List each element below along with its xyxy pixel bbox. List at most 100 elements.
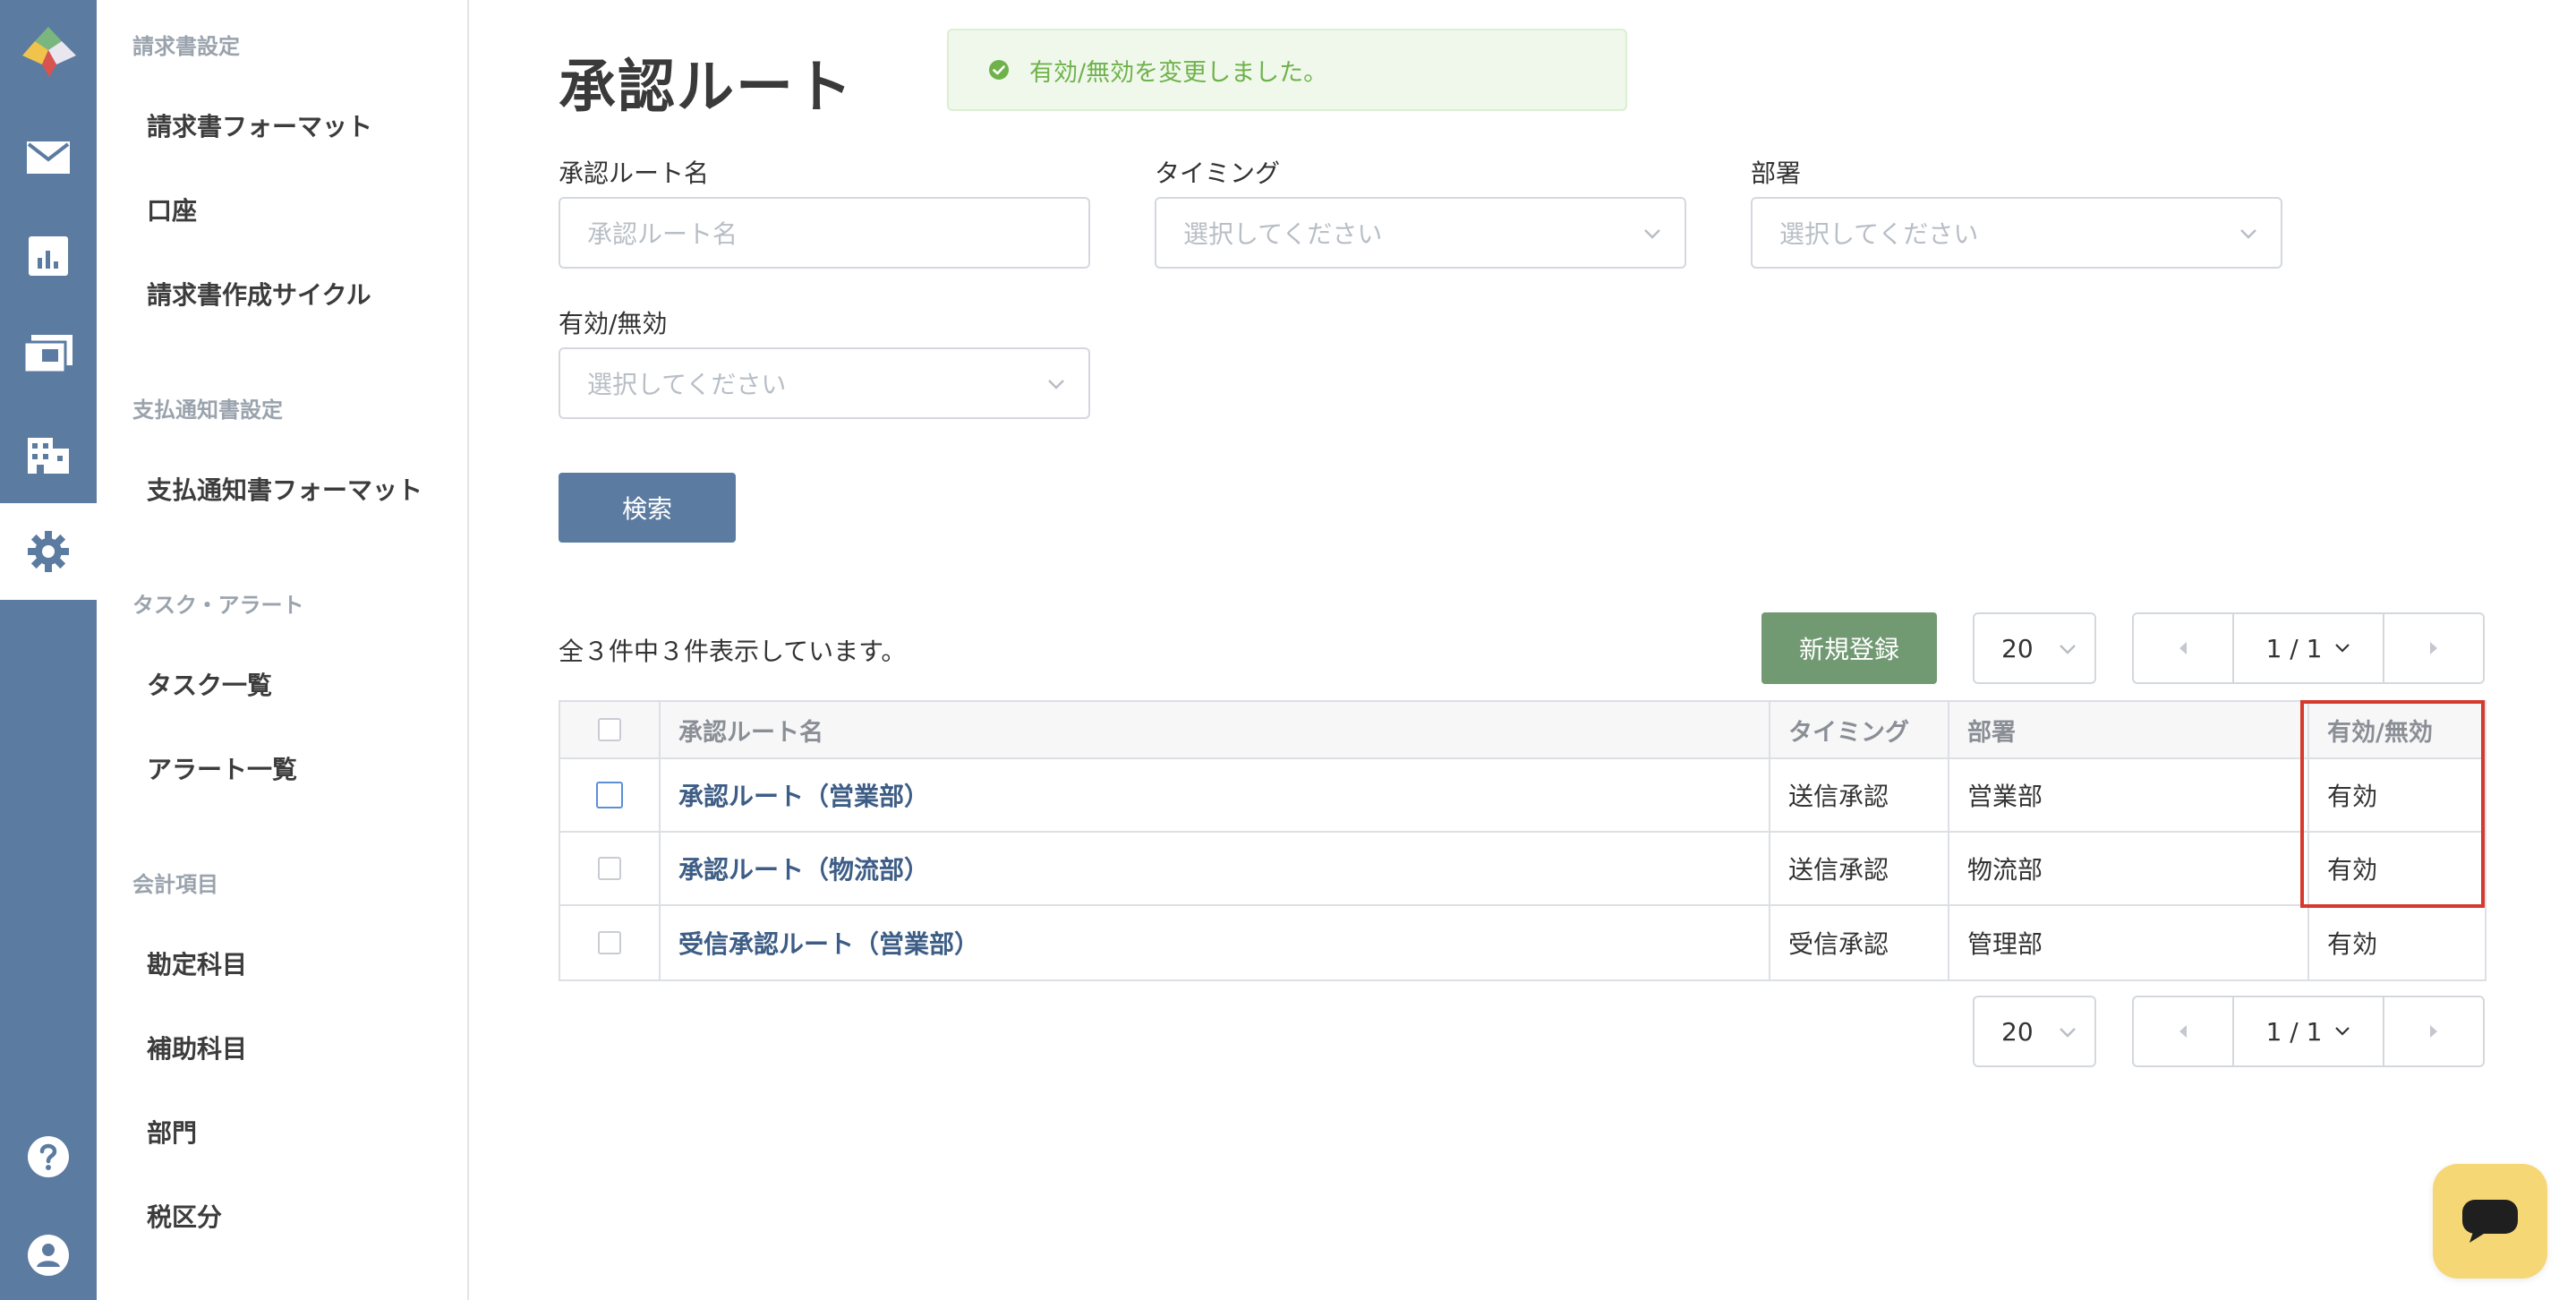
timing-placeholder: 選択してください — [1183, 219, 1383, 249]
sidebar-heading-payment-notice: 支払通知書設定 — [132, 398, 283, 423]
valid-placeholder: 選択してください — [587, 370, 787, 399]
route-name-cell: 承認ルート（物流部） — [661, 833, 1770, 904]
table-row: 受信承認ルート（営業部） 受信承認 管理部 有効 — [560, 906, 2485, 979]
payment-icon[interactable] — [0, 306, 97, 403]
column-header-route-name[interactable]: 承認ルート名 — [661, 702, 1770, 757]
chat-support-button[interactable] — [2433, 1164, 2547, 1279]
header-checkbox-cell — [560, 702, 661, 757]
timing-cell: 送信承認 — [1770, 759, 1949, 831]
chevron-down-icon — [2335, 644, 2350, 653]
search-button[interactable]: 検索 — [559, 473, 736, 543]
timing-cell: 受信承認 — [1770, 906, 1949, 979]
page-title: 承認ルート — [559, 55, 854, 121]
route-name-input[interactable]: 承認ルート名 — [559, 197, 1090, 269]
chart-icon[interactable] — [0, 208, 97, 304]
app-root: 請求書設定 請求書フォーマット 口座 請求書作成サイクル 支払通知書設定 支払通… — [0, 0, 2576, 1300]
department-label: 部署 — [1751, 158, 1802, 188]
success-toast: 有効/無効を変更しました。 — [947, 29, 1627, 111]
route-name-link[interactable]: 承認ルート（物流部） — [678, 851, 929, 886]
department-placeholder: 選択してください — [1779, 219, 1979, 249]
sidebar-item-department[interactable]: 部門 — [147, 1114, 197, 1150]
per-page-select-bottom[interactable]: 20 — [1973, 996, 2096, 1067]
chevron-down-icon — [2060, 645, 2076, 654]
prev-page-button[interactable] — [2134, 614, 2232, 682]
settings-sidebar: 請求書設定 請求書フォーマット 口座 請求書作成サイクル 支払通知書設定 支払通… — [97, 0, 469, 1300]
department-cell: 管理部 — [1949, 906, 2309, 979]
pagination-top: 1 / 1 — [2132, 612, 2485, 684]
select-all-checkbox[interactable] — [598, 718, 621, 741]
toast-message: 有効/無効を変更しました。 — [1029, 58, 1328, 87]
table-row: 承認ルート（物流部） 送信承認 物流部 有効 — [560, 833, 2485, 906]
route-name-label: 承認ルート名 — [559, 158, 710, 188]
column-header-timing[interactable]: タイミング — [1770, 702, 1949, 757]
timing-cell: 送信承認 — [1770, 833, 1949, 904]
sidebar-heading-accounting: 会計項目 — [132, 872, 218, 897]
sidebar-item-alert-list[interactable]: アラート一覧 — [147, 750, 297, 786]
help-icon[interactable] — [0, 1108, 97, 1205]
row-checkbox[interactable] — [598, 931, 621, 954]
valid-cell: 有効 — [2327, 782, 2378, 811]
page-indicator: 1 / 1 — [2265, 1016, 2323, 1047]
chevron-down-icon — [2240, 229, 2256, 239]
valid-label: 有効/無効 — [559, 309, 668, 338]
sidebar-item-tax-category[interactable]: 税区分 — [147, 1198, 222, 1234]
caret-right-icon — [2430, 642, 2437, 654]
per-page-select-top[interactable]: 20 — [1973, 612, 2096, 684]
chevron-down-icon — [1048, 380, 1064, 389]
valid-select[interactable]: 選択してください — [559, 347, 1090, 419]
row-checkbox-cell — [560, 906, 661, 979]
department-select[interactable]: 選択してください — [1751, 197, 2282, 269]
valid-cell: 有効 — [2327, 929, 2378, 959]
sidebar-item-invoice-cycle[interactable]: 請求書作成サイクル — [147, 276, 371, 312]
prev-page-button[interactable] — [2134, 997, 2232, 1065]
sidebar-heading-invoice: 請求書設定 — [132, 34, 240, 59]
icon-rail — [0, 0, 97, 1300]
route-name-cell: 承認ルート（営業部） — [661, 759, 1770, 831]
result-count-text: 全３件中３件表示しています。 — [559, 637, 907, 666]
per-page-value: 20 — [2001, 633, 2034, 663]
route-name-link[interactable]: 承認ルート（営業部） — [678, 777, 929, 813]
table-row: 承認ルート（営業部） 送信承認 営業部 有効 — [560, 759, 2485, 833]
sidebar-item-bank-account[interactable]: 口座 — [147, 192, 197, 227]
column-header-valid[interactable]: 有効/無効 — [2309, 702, 2485, 757]
valid-cell: 有効 — [2327, 855, 2378, 885]
main-content: 承認ルート 有効/無効を変更しました。 承認ルート名 承認ルート名 タイミング … — [469, 0, 2576, 1300]
timing-select[interactable]: 選択してください — [1155, 197, 1686, 269]
route-name-placeholder: 承認ルート名 — [587, 219, 738, 249]
next-page-button[interactable] — [2384, 614, 2483, 682]
row-checkbox[interactable] — [598, 857, 621, 880]
chevron-down-icon — [2335, 1027, 2350, 1036]
route-name-cell: 受信承認ルート（営業部） — [661, 906, 1770, 979]
user-icon[interactable] — [0, 1207, 97, 1300]
sidebar-item-account-title[interactable]: 勘定科目 — [147, 945, 247, 981]
page-select[interactable]: 1 / 1 — [2232, 614, 2384, 682]
row-checkbox[interactable] — [596, 782, 623, 808]
department-cell: 物流部 — [1949, 833, 2309, 904]
timing-label: タイミング — [1155, 158, 1281, 188]
caret-left-icon — [2179, 1025, 2187, 1038]
new-registration-button[interactable]: 新規登録 — [1761, 612, 1937, 684]
building-icon[interactable] — [0, 405, 97, 501]
department-cell: 営業部 — [1949, 759, 2309, 831]
sidebar-item-sub-account[interactable]: 補助科目 — [147, 1030, 247, 1065]
logo-icon[interactable] — [0, 4, 97, 100]
caret-right-icon — [2430, 1025, 2437, 1038]
row-checkbox-cell — [560, 833, 661, 904]
chevron-down-icon — [2060, 1028, 2076, 1038]
gear-icon[interactable] — [0, 503, 97, 600]
sidebar-item-task-list[interactable]: タスク一覧 — [147, 666, 272, 702]
column-header-department[interactable]: 部署 — [1949, 702, 2309, 757]
route-name-link[interactable]: 受信承認ルート（営業部） — [678, 925, 979, 961]
next-page-button[interactable] — [2384, 997, 2483, 1065]
page-indicator: 1 / 1 — [2265, 633, 2323, 663]
mail-icon[interactable] — [0, 109, 97, 206]
sidebar-item-invoice-format[interactable]: 請求書フォーマット — [147, 107, 372, 143]
chevron-down-icon — [1644, 229, 1660, 239]
per-page-value: 20 — [2001, 1016, 2034, 1047]
chat-bubble-icon — [2462, 1200, 2518, 1243]
page-select[interactable]: 1 / 1 — [2232, 997, 2384, 1065]
caret-left-icon — [2179, 642, 2187, 654]
sidebar-item-payment-notice-format[interactable]: 支払通知書フォーマット — [147, 471, 422, 507]
pagination-bottom: 1 / 1 — [2132, 996, 2485, 1067]
sidebar-heading-tasks-alerts: タスク・アラート — [132, 593, 304, 618]
